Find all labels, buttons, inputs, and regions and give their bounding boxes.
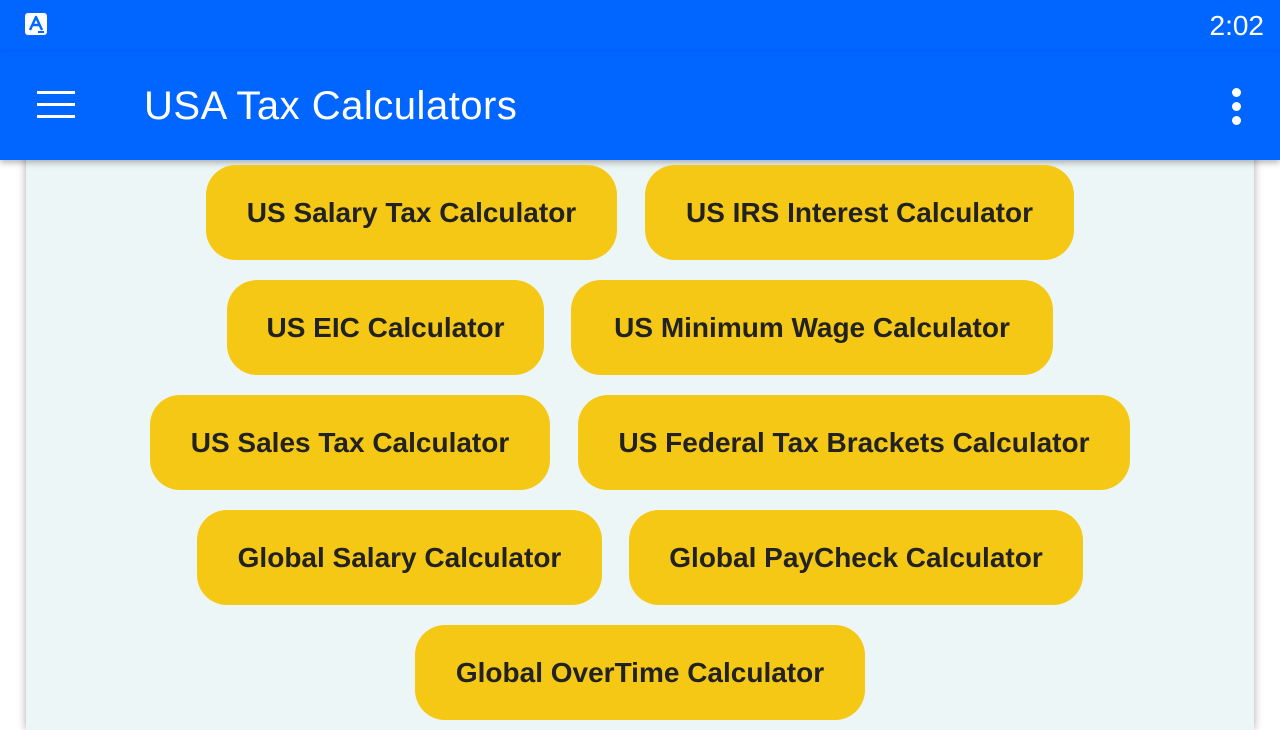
app-notification-icon (25, 13, 47, 35)
global-salary-calculator-button[interactable]: Global Salary Calculator (197, 510, 602, 605)
status-bar: 2:02 (0, 0, 1280, 52)
app-bar: USA Tax Calculators (0, 52, 1280, 160)
more-vert-icon[interactable] (1212, 78, 1260, 134)
global-overtime-calculator-button[interactable]: Global OverTime Calculator (415, 625, 865, 720)
us-salary-tax-calculator-button[interactable]: US Salary Tax Calculator (206, 165, 617, 260)
us-eic-calculator-button[interactable]: US EIC Calculator (227, 280, 544, 375)
hamburger-menu-icon[interactable] (24, 74, 88, 138)
us-sales-tax-calculator-button[interactable]: US Sales Tax Calculator (150, 395, 550, 490)
app-title: USA Tax Calculators (144, 84, 518, 128)
us-minimum-wage-calculator-button[interactable]: US Minimum Wage Calculator (571, 280, 1053, 375)
status-time: 2:02 (1209, 10, 1265, 41)
us-federal-tax-brackets-calculator-button[interactable]: US Federal Tax Brackets Calculator (578, 395, 1130, 490)
us-irs-interest-calculator-button[interactable]: US IRS Interest Calculator (645, 165, 1074, 260)
global-paycheck-calculator-button[interactable]: Global PayCheck Calculator (629, 510, 1083, 605)
